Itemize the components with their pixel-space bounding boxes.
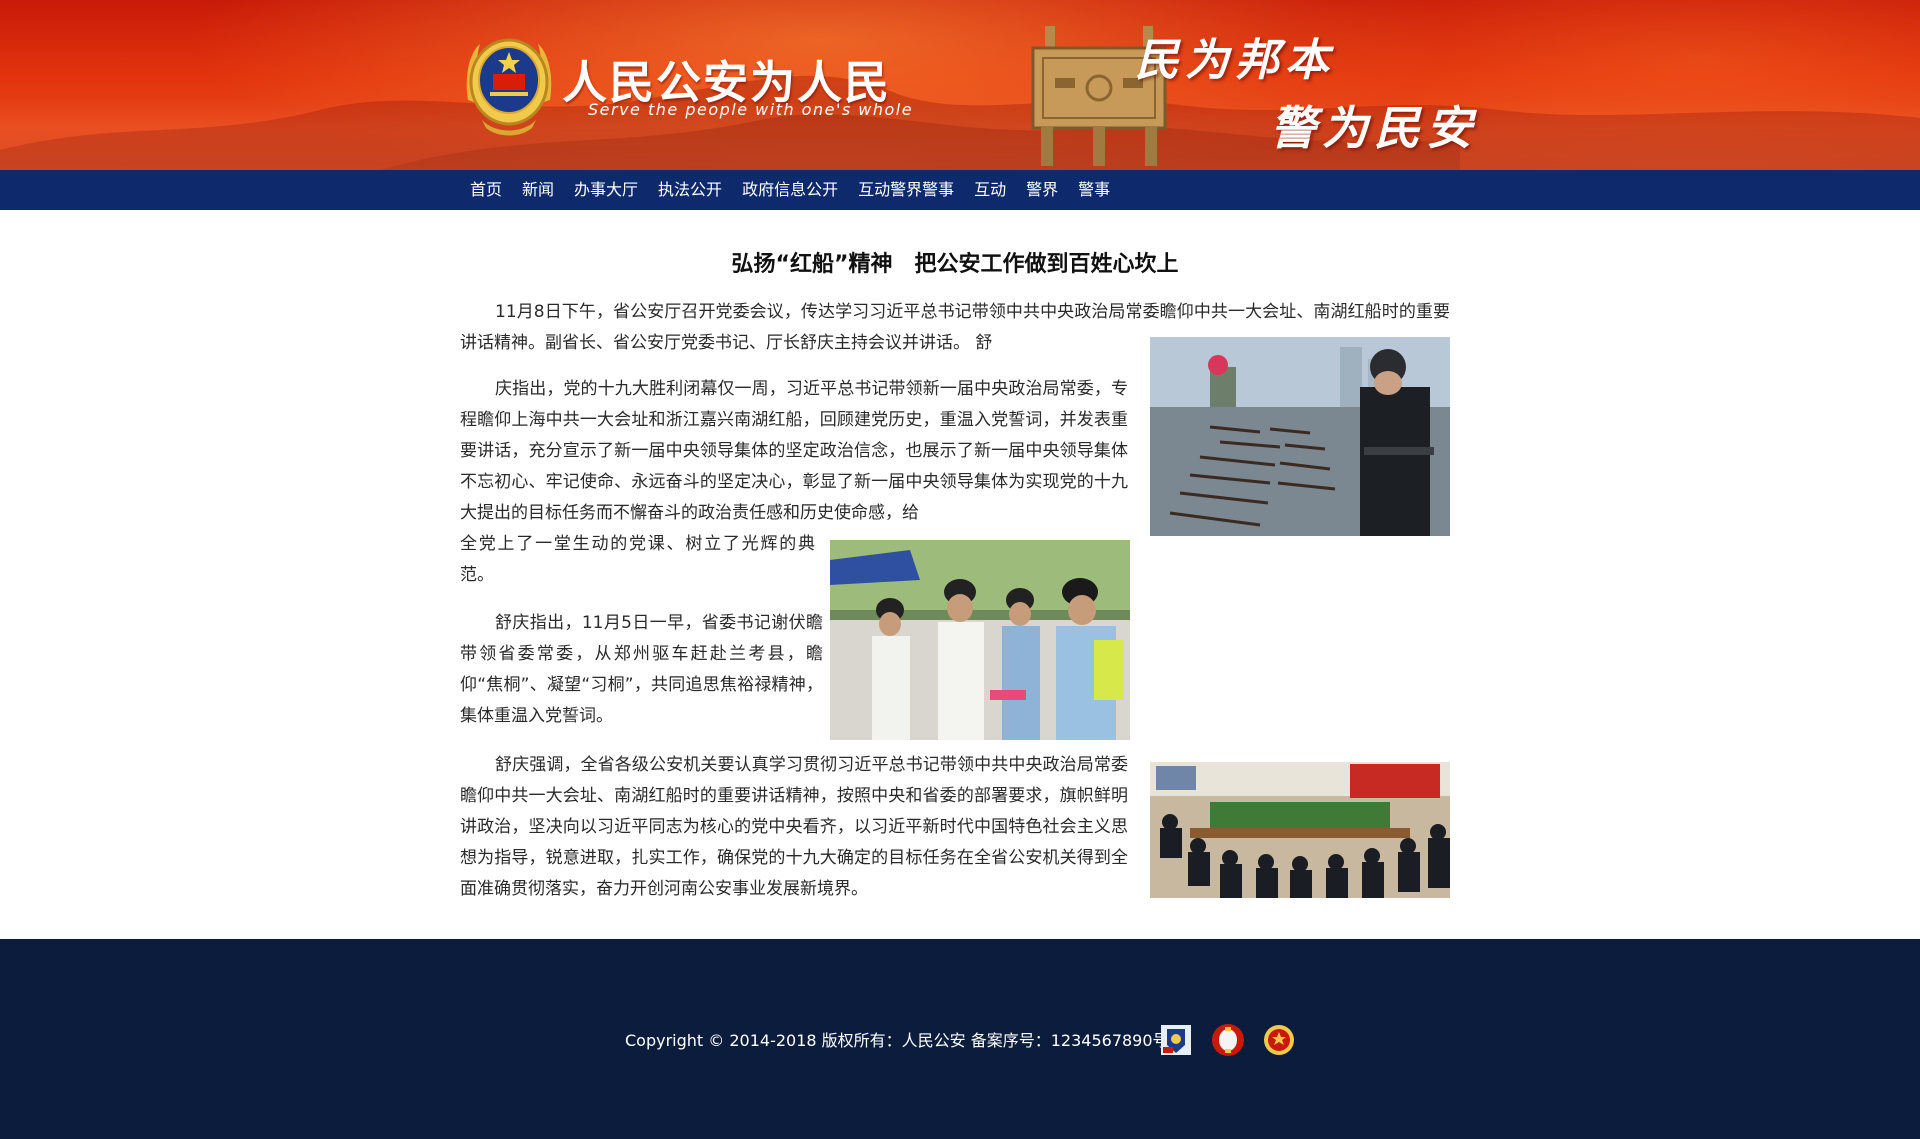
- site-subtitle: Serve the people with one's whole: [588, 100, 914, 119]
- national-emblem-icon[interactable]: [1262, 1023, 1296, 1057]
- nav-item-gov-info[interactable]: 政府信息公开: [732, 170, 848, 210]
- copyright-text: Copyright © 2014-2018 版权所有：人民公安 备案序号：123…: [625, 1031, 1169, 1050]
- main-nav: 首页 新闻 办事大厅 执法公开 政府信息公开 互动警界警事 互动 警界 警事: [0, 170, 1920, 210]
- banner-haze: [0, 100, 1920, 170]
- police-badge-icon[interactable]: [1159, 1023, 1193, 1057]
- slogan-line-1: 民为邦本: [1135, 35, 1335, 86]
- nav-item-service-hall[interactable]: 办事大厅: [564, 170, 648, 210]
- nav-item-police-affairs[interactable]: 警事: [1068, 170, 1120, 210]
- slogan-line-2: 警为民安: [1270, 101, 1478, 155]
- header-banner: 人民公安为人民 Serve the people with one's whol…: [0, 0, 1920, 170]
- nav-item-interaction[interactable]: 互动: [964, 170, 1016, 210]
- nav-item-law-enforcement[interactable]: 执法公开: [648, 170, 732, 210]
- nav-item-news[interactable]: 新闻: [512, 170, 564, 210]
- police-emblem-icon: [466, 38, 552, 136]
- article-paragraph-2: 庆指出，党的十九大胜利闭幕仅一周，习近平总书记带领新一届中央政治局常委，专程瞻仰…: [460, 379, 1128, 523]
- photo-officers-ceremony: [830, 540, 1130, 740]
- article-title: 弘扬“红船”精神 把公安工作做到百姓心坎上: [731, 252, 1179, 277]
- photo-weapons-destruction: [1150, 337, 1450, 536]
- article-paragraph-4: 舒庆强调，全省各级公安机关要认真学习贯彻习近平总书记带领中共中央政治局常委瞻仰中…: [460, 755, 1128, 899]
- lantern-icon[interactable]: [1211, 1023, 1245, 1057]
- photo-meeting-room: [1150, 762, 1450, 898]
- nav-item-interactive-police[interactable]: 互动警界警事: [848, 170, 964, 210]
- nav-item-home[interactable]: 首页: [460, 170, 512, 210]
- nav-item-police-world[interactable]: 警界: [1016, 170, 1068, 210]
- article-paragraph-2-continued: 全党上了一堂生动的党课、树立了光辉的典范。: [460, 534, 815, 585]
- article-paragraph-3: 舒庆指出，11月5日一早，省委书记谢伏瞻带领省委常委，从郑州驱车赶赴兰考县，瞻仰…: [460, 613, 823, 726]
